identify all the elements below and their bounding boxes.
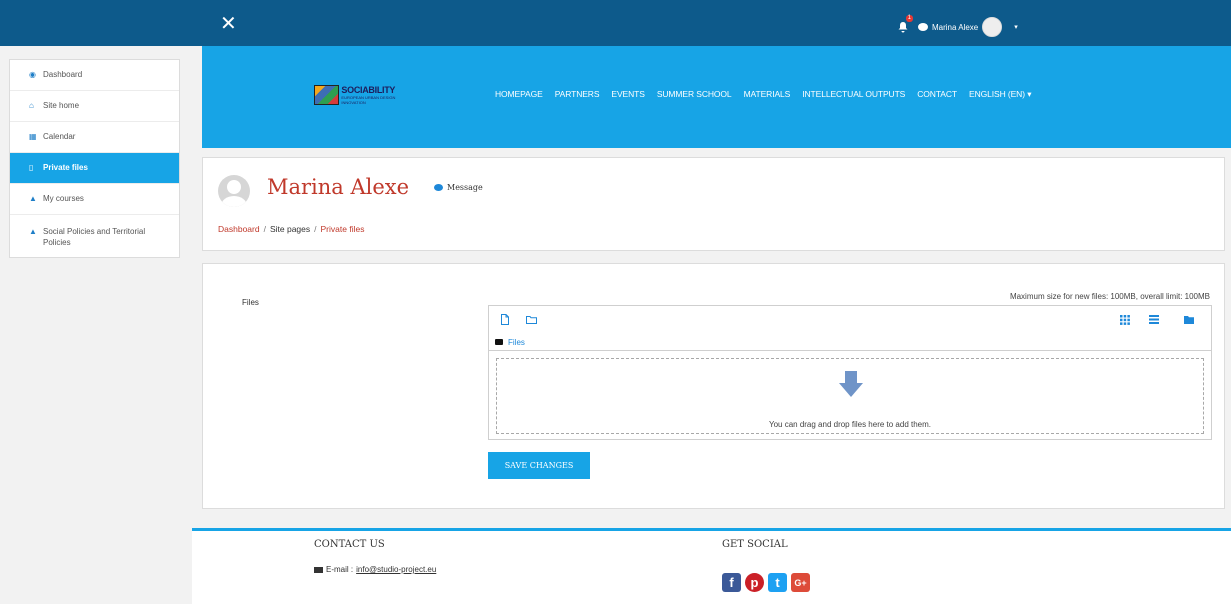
graduation-cap-icon: ▲ (29, 194, 37, 203)
chevron-down-icon[interactable]: ▾ (1014, 23, 1018, 31)
graduation-cap-icon: ▲ (29, 227, 37, 236)
page-title: Marina Alexe (267, 175, 410, 199)
drawer-item-course[interactable]: ▲ Social Policies and Territorial Polici… (10, 215, 179, 257)
site-logo[interactable]: SOCIABILITY EUROPEAN URBAN DESIGN INNOVA… (314, 84, 413, 106)
top-navbar: ✕ 1 Marina Alexe ▾ (0, 0, 1231, 46)
drawer-item-calendar[interactable]: ▦ Calendar (10, 122, 179, 153)
nav-materials[interactable]: MATERIALS (744, 89, 791, 100)
logo-text: SOCIABILITY (341, 85, 396, 95)
file-picker: Files You can drag and drop files here t… (488, 305, 1212, 440)
drawer-item-label: Site home (43, 101, 80, 110)
add-file-icon[interactable] (497, 312, 512, 327)
breadcrumb-dashboard[interactable]: Dashboard (218, 224, 260, 234)
grid-view-icon[interactable] (1117, 312, 1132, 327)
drop-zone-text: You can drag and drop files here to add … (768, 420, 932, 429)
nav-homepage[interactable]: HOMEPAGE (495, 89, 543, 100)
envelope-icon (314, 566, 323, 573)
site-footer: CONTACT US E-mail : info@studio-project.… (192, 528, 1231, 604)
private-files-card: Files Maximum size for new files: 100MB,… (202, 263, 1225, 509)
message-button[interactable]: Message (434, 183, 483, 192)
path-files-link[interactable]: Files (508, 338, 525, 347)
close-drawer-icon[interactable]: ✕ (220, 13, 237, 33)
nav-language-select[interactable]: ENGLISH (EN) ▾ (969, 89, 1031, 100)
home-icon: ⌂ (29, 101, 34, 110)
drawer-item-label: Dashboard (43, 70, 83, 79)
create-folder-icon[interactable] (524, 312, 539, 327)
drawer-item-label: Social Policies and Territorial Policies (43, 227, 146, 247)
breadcrumb-separator: / (314, 224, 317, 234)
file-drop-zone[interactable]: You can drag and drop files here to add … (496, 358, 1204, 434)
main-navigation: HOMEPAGE PARTNERS EVENTS SUMMER SCHOOL M… (495, 89, 1031, 100)
notifications-bell-icon[interactable]: 1 (897, 15, 913, 33)
drawer-item-private-files[interactable]: ▯ Private files (10, 153, 179, 184)
drawer-item-site-home[interactable]: ⌂ Site home (10, 91, 179, 122)
save-changes-button[interactable]: SAVE CHANGES (488, 452, 590, 479)
site-header: SOCIABILITY EUROPEAN URBAN DESIGN INNOVA… (202, 46, 1231, 148)
social-heading: GET SOCIAL (722, 539, 788, 550)
download-arrow-icon (839, 371, 863, 397)
pinterest-icon[interactable]: p (745, 573, 764, 592)
file-path-bar: Files (489, 334, 1211, 351)
files-label: Files (242, 298, 259, 307)
logo-subtext: EUROPEAN URBAN DESIGN INNOVATION (341, 95, 396, 105)
logo-mark-icon (314, 85, 340, 105)
contact-heading: CONTACT US (314, 539, 385, 550)
google-plus-icon[interactable]: G+ (791, 573, 810, 592)
drawer-item-my-courses[interactable]: ▲ My courses (10, 184, 179, 215)
drawer-item-label: Private files (43, 163, 88, 172)
folder-icon (495, 339, 503, 345)
calendar-icon: ▦ (29, 132, 37, 141)
drawer-item-dashboard[interactable]: ◉ Dashboard (10, 60, 179, 91)
email-label: E-mail : (326, 565, 354, 574)
nav-contact[interactable]: CONTACT (917, 89, 957, 100)
drawer-item-label: My courses (43, 194, 84, 203)
profile-avatar[interactable] (218, 175, 250, 207)
user-menu[interactable]: 1 Marina Alexe ▾ (897, 15, 1018, 37)
user-name[interactable]: Marina Alexe (932, 23, 978, 32)
messages-icon[interactable] (918, 23, 928, 31)
facebook-icon[interactable]: f (722, 573, 741, 592)
message-bubble-icon (434, 184, 443, 191)
tree-view-icon[interactable] (1181, 312, 1196, 327)
notifications-badge: 1 (905, 15, 913, 22)
message-label: Message (447, 183, 483, 192)
breadcrumb-private-files[interactable]: Private files (321, 224, 365, 234)
nav-intellectual-outputs[interactable]: INTELLECTUAL OUTPUTS (802, 89, 905, 100)
nav-partners[interactable]: PARTNERS (555, 89, 600, 100)
page-header-card: Marina Alexe Message Dashboard / Site pa… (202, 157, 1225, 251)
dashboard-icon: ◉ (29, 70, 36, 79)
file-icon: ▯ (29, 163, 34, 172)
file-picker-toolbar (489, 306, 1211, 334)
max-size-info: Maximum size for new files: 100MB, overa… (1009, 292, 1210, 301)
email-link[interactable]: info@studio-project.eu (356, 565, 436, 574)
nav-drawer: ◉ Dashboard ⌂ Site home ▦ Calendar ▯ Pri… (9, 59, 180, 258)
contact-email: E-mail : info@studio-project.eu (314, 565, 436, 574)
breadcrumb: Dashboard / Site pages / Private files (218, 224, 364, 234)
twitter-icon[interactable]: t (768, 573, 787, 592)
list-view-icon[interactable] (1146, 312, 1161, 327)
social-icons: f p t G+ (722, 573, 810, 592)
breadcrumb-separator: / (263, 224, 266, 234)
nav-summer-school[interactable]: SUMMER SCHOOL (657, 89, 732, 100)
nav-events[interactable]: EVENTS (611, 89, 645, 100)
drawer-item-label: Calendar (43, 132, 76, 141)
user-avatar[interactable] (982, 17, 1003, 37)
breadcrumb-site-pages: Site pages (269, 224, 311, 234)
